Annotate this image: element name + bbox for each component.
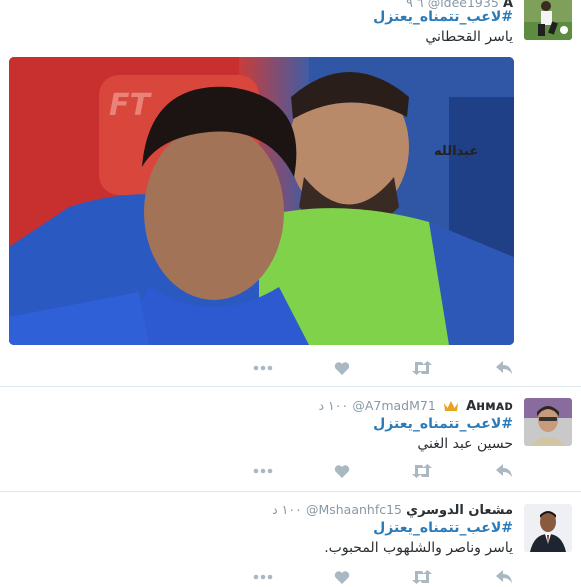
user-name[interactable]: Aʜᴍᴀᴅ [466, 399, 513, 414]
tweet-3[interactable]: ١٠٠ د @Mshaanhfc15 مشعان الدوسري #لاعب_ت… [0, 492, 581, 585]
like-heart-icon[interactable] [330, 461, 354, 481]
hashtag-link[interactable]: #لاعب_تتمناه_يعتزل [373, 416, 513, 432]
more-icon[interactable] [251, 358, 275, 378]
like-heart-icon[interactable] [330, 358, 354, 378]
retweet-icon[interactable] [410, 461, 434, 481]
tweet-text: حسين عبد الغني [417, 436, 513, 452]
more-icon[interactable] [251, 567, 275, 587]
hashtag-link[interactable]: #لاعب_تتمناه_يعتزل [373, 520, 513, 536]
avatar[interactable] [524, 398, 572, 446]
retweet-icon[interactable] [410, 567, 434, 587]
tweet-text: ياسر القحطاني [425, 29, 513, 45]
tweet-time[interactable]: ١٠٠ د [272, 502, 302, 517]
man-suit-avatar-icon [524, 504, 572, 552]
user-name[interactable]: مشعان الدوسري [406, 503, 513, 518]
more-icon[interactable] [251, 461, 275, 481]
tweet-header: ١٠٠ د @A7madM71 Aʜᴍᴀᴅ [318, 398, 513, 416]
crown-icon [443, 400, 459, 416]
tweet-actions [0, 461, 581, 481]
reply-icon[interactable] [492, 567, 516, 587]
like-heart-icon[interactable] [330, 567, 354, 587]
tweet-time[interactable]: ١٠٠ د [318, 398, 348, 413]
reply-icon[interactable] [492, 461, 516, 481]
user-handle[interactable]: @Mshaanhfc15 [306, 502, 402, 517]
user-handle[interactable]: @A7madM71 [352, 398, 435, 413]
reply-icon[interactable] [492, 358, 516, 378]
tweet-actions [0, 358, 581, 378]
photo-watermark: عبدالله [434, 144, 478, 159]
avatar[interactable] [524, 0, 572, 40]
tweet-text: ياسر وناصر والشلهوب المحبوب. [324, 540, 513, 556]
tweet-2[interactable]: ١٠٠ د @A7madM71 Aʜᴍᴀᴅ #لاعب_تتمناه_يعتزل… [0, 387, 581, 491]
tweet-actions [0, 567, 581, 587]
svg-text:FT: FT [109, 88, 152, 123]
tweet-photo[interactable]: FT عبدالله [9, 57, 514, 345]
tweet-1[interactable]: ٦ ٩ @ldee1935 A #لاعب_تتمناه_يعتزل ياسر … [0, 0, 581, 386]
avatar[interactable] [524, 504, 572, 552]
photo-two-players-image: FT عبدالله [9, 57, 514, 345]
man-avatar-icon [524, 398, 572, 446]
hashtag-link[interactable]: #لاعب_تتمناه_يعتزل [373, 9, 513, 25]
soccer-player-avatar-icon [524, 0, 572, 40]
tweet-header: ١٠٠ د @Mshaanhfc15 مشعان الدوسري [272, 502, 513, 520]
retweet-icon[interactable] [410, 358, 434, 378]
